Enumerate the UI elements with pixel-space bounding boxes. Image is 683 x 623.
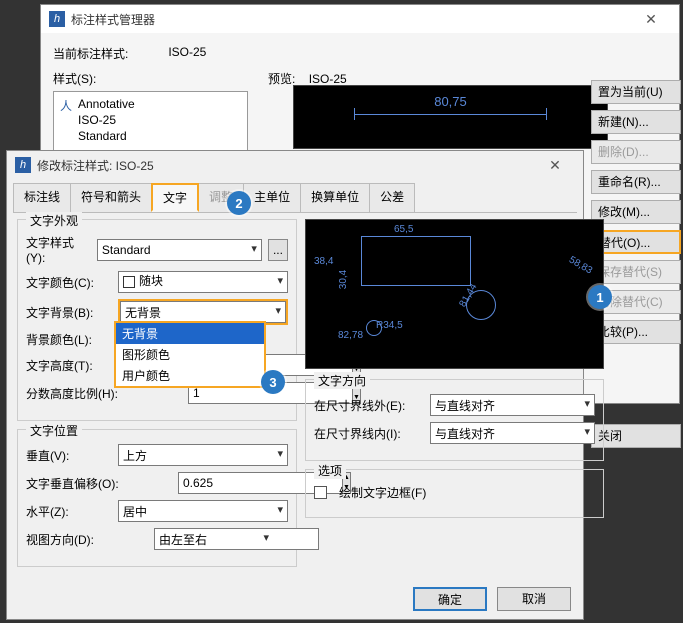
app-icon: h [49, 11, 65, 27]
modify-button[interactable]: 修改(M)... [591, 200, 681, 224]
dlg-preview-canvas: 65,5 38,4 30,4 81,44 58,83 82,78 R34,5 [305, 219, 604, 369]
appearance-caption: 文字外观 [26, 212, 82, 229]
horizontal-label: 水平(Z): [26, 503, 112, 520]
tab-primary-units[interactable]: 主单位 [243, 183, 301, 212]
mgr-title: 标注样式管理器 [71, 11, 591, 28]
draw-frame-label: 绘制文字边框(F) [339, 484, 426, 501]
draw-frame-checkbox[interactable] [314, 486, 327, 499]
text-color-select[interactable]: 随块 [118, 271, 288, 293]
text-bg-dropdown-list[interactable]: 无背景 图形颜色 用户颜色 [114, 321, 266, 388]
side-buttons-column: 置为当前(U) 新建(N)... 删除(D)... 重命名(R)... 修改(M… [591, 80, 681, 454]
pv-dim: 58,83 [567, 254, 594, 276]
pv-dim: 30,4 [338, 270, 349, 289]
callout-marker-1: 1 [588, 285, 612, 309]
modify-dimstyle-dialog: h 修改标注样式: ISO-25 ✕ 标注线 符号和箭头 文字 调整 主单位 换… [6, 150, 584, 620]
styles-label: 样式(S): [53, 70, 248, 87]
style-item-annotative[interactable]: 人Annotative [56, 96, 245, 112]
bg-option-drawingcolor[interactable]: 图形颜色 [116, 344, 264, 365]
callout-marker-2: 2 [227, 191, 251, 215]
close-button[interactable]: 关闭 [591, 424, 681, 448]
style-item-iso25[interactable]: ISO-25 [56, 112, 245, 128]
dlg-title: 修改标注样式: ISO-25 [37, 157, 535, 174]
text-height-label: 文字高度(T): [26, 357, 112, 374]
override-button[interactable]: 替代(O)... [591, 230, 681, 254]
current-style-value: ISO-25 [168, 45, 206, 62]
dlg-titlebar: h 修改标注样式: ISO-25 ✕ [7, 151, 583, 179]
app-icon: h [15, 157, 31, 173]
mgr-preview-canvas: 80,75 [293, 85, 608, 149]
options-caption: 选项 [314, 462, 346, 479]
horizontal-select[interactable] [118, 500, 288, 522]
styles-listbox[interactable]: 人Annotative ISO-25 Standard [53, 91, 248, 153]
ok-button[interactable]: 确定 [413, 587, 487, 611]
group-options: 选项 绘制文字边框(F) [305, 469, 604, 518]
direction-caption: 文字方向 [314, 372, 370, 389]
outside-ext-label: 在尺寸界线外(E): [314, 397, 424, 414]
bg-option-none[interactable]: 无背景 [116, 323, 264, 344]
new-button[interactable]: 新建(N)... [591, 110, 681, 134]
callout-marker-3: 3 [261, 370, 285, 394]
dialog-buttons: 确定 取消 [413, 587, 571, 611]
text-color-label: 文字颜色(C): [26, 274, 112, 291]
preview-dim-text: 80,75 [434, 94, 467, 109]
text-bg-select[interactable] [120, 301, 286, 323]
group-text-direction: 文字方向 在尺寸界线外(E): 在尺寸界线内(I): [305, 379, 604, 461]
tabs-bar: 标注线 符号和箭头 文字 调整 主单位 换算单位 公差 [13, 183, 577, 213]
close-icon[interactable]: ✕ [631, 11, 671, 28]
tab-tolerance[interactable]: 公差 [369, 183, 415, 212]
text-style-browse-button[interactable]: ... [268, 239, 288, 261]
inside-ext-select[interactable] [430, 422, 595, 444]
tab-text[interactable]: 文字 [151, 183, 199, 212]
group-text-position: 文字位置 垂直(V): 文字垂直偏移(O): ▲▼ 水平(Z): 视图方向(D)… [17, 429, 297, 567]
position-caption: 文字位置 [26, 422, 82, 439]
view-dir-select[interactable] [154, 528, 319, 550]
pv-dim: 65,5 [394, 224, 413, 235]
vertical-label: 垂直(V): [26, 447, 112, 464]
current-style-label: 当前标注样式: [53, 45, 128, 62]
preview-value: ISO-25 [309, 72, 347, 86]
inside-ext-label: 在尺寸界线内(I): [314, 425, 424, 442]
tab-alt-units[interactable]: 换算单位 [300, 183, 370, 212]
text-style-label: 文字样式(Y): [26, 234, 91, 265]
style-item-standard[interactable]: Standard [56, 128, 245, 144]
cancel-button[interactable]: 取消 [497, 587, 571, 611]
rename-button[interactable]: 重命名(R)... [591, 170, 681, 194]
bg-option-usercolor[interactable]: 用户颜色 [116, 365, 264, 386]
tab-symbols[interactable]: 符号和箭头 [70, 183, 152, 212]
set-current-button[interactable]: 置为当前(U) [591, 80, 681, 104]
delete-button[interactable]: 删除(D)... [591, 140, 681, 164]
pv-dim: 38,4 [314, 256, 333, 267]
vertical-select[interactable] [118, 444, 288, 466]
color-swatch-icon [123, 276, 135, 288]
close-icon[interactable]: ✕ [535, 157, 575, 174]
save-override-button[interactable]: 保存替代(S) [591, 260, 681, 284]
offset-label: 文字垂直偏移(O): [26, 475, 136, 492]
bg-color-label: 背景颜色(L): [26, 331, 112, 348]
text-bg-label: 文字背景(B): [26, 304, 112, 321]
tab-line[interactable]: 标注线 [13, 183, 71, 212]
preview-label: 预览: [268, 70, 295, 87]
group-text-appearance: 文字外观 文字样式(Y): ... 文字颜色(C): 随块 文字背景(B): 无… [17, 219, 297, 421]
outside-ext-select[interactable] [430, 394, 595, 416]
text-style-select[interactable] [97, 239, 262, 261]
view-dir-label: 视图方向(D): [26, 531, 112, 548]
mgr-titlebar: h 标注样式管理器 ✕ [41, 5, 679, 33]
compare-button[interactable]: 比较(P)... [591, 320, 681, 344]
pv-dim: 82,78 [338, 330, 363, 341]
